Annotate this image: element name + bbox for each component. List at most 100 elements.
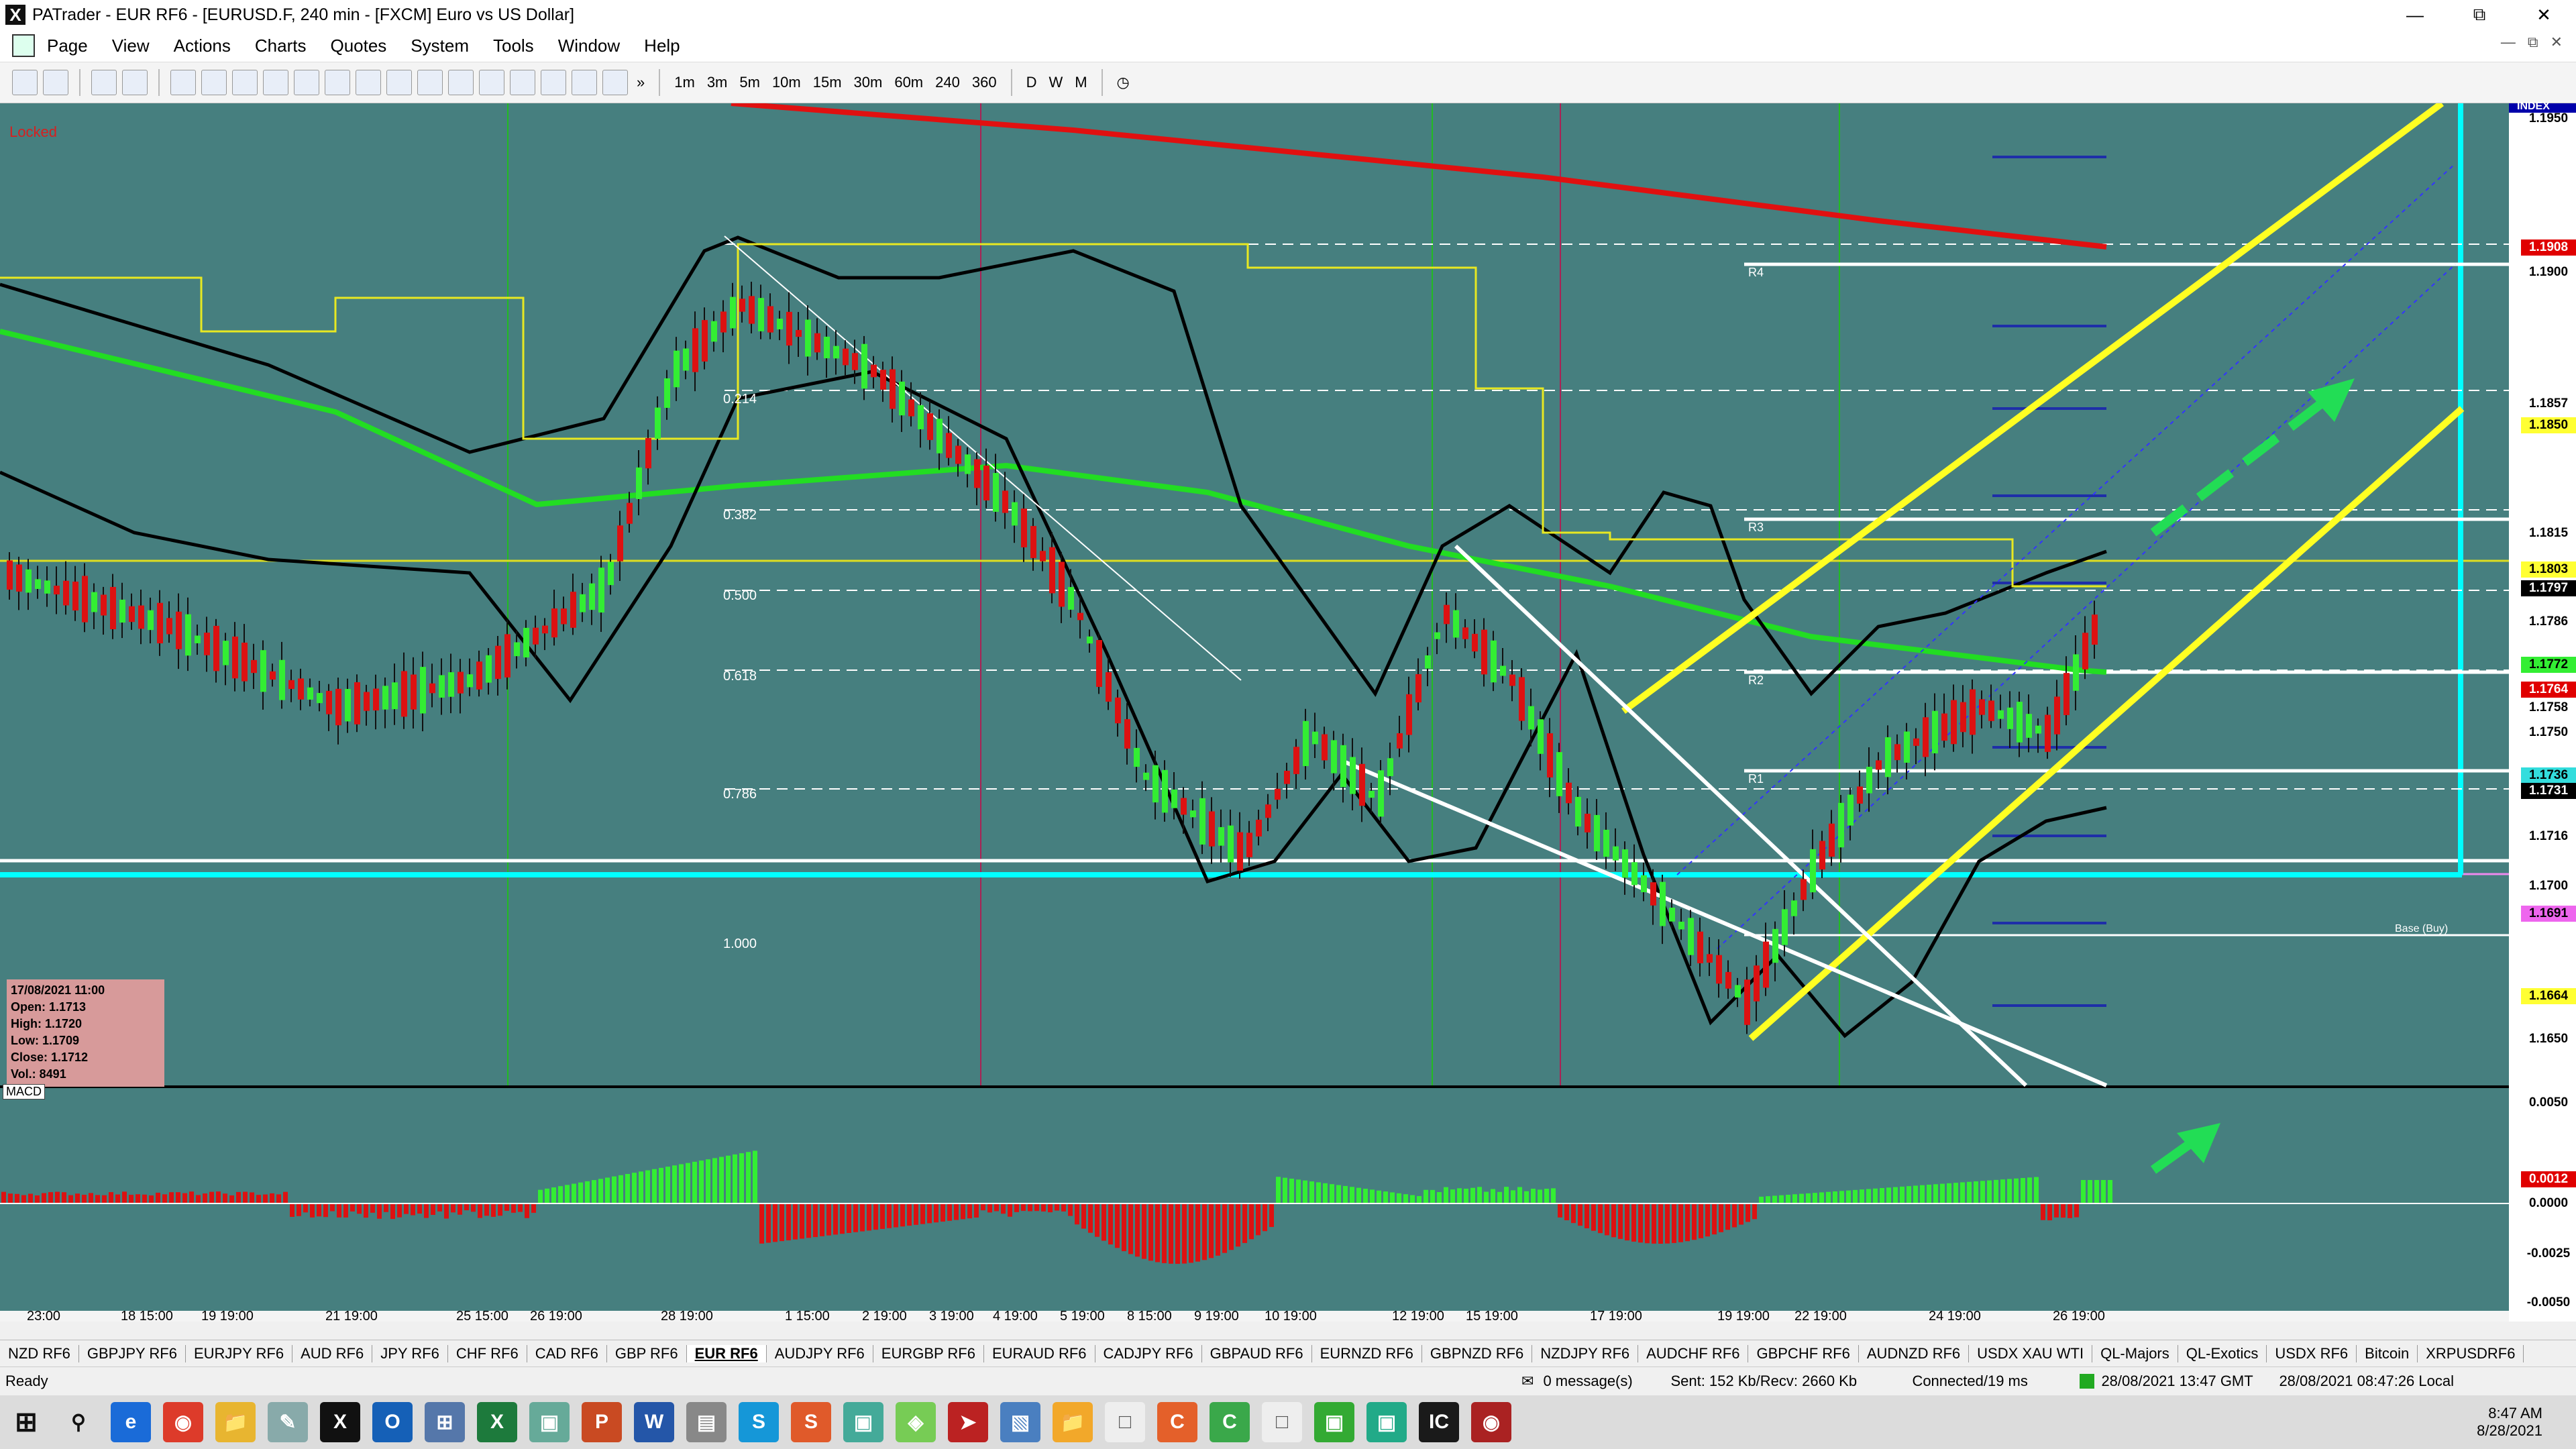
chrome-icon[interactable]: ◉ <box>163 1402 203 1442</box>
document-icon[interactable]: □ <box>1262 1402 1302 1442</box>
app-icon[interactable]: ▧ <box>1000 1402 1040 1442</box>
word-icon[interactable]: W <box>634 1402 674 1442</box>
chart-tab[interactable]: AUDCHF RF6 <box>1638 1345 1749 1362</box>
calculator-icon[interactable]: ⊞ <box>425 1402 465 1442</box>
tf-240[interactable]: 240 <box>929 74 966 91</box>
skype-icon[interactable]: S <box>739 1402 779 1442</box>
tf-30m[interactable]: 30m <box>848 74 889 91</box>
buy-tool-icon[interactable] <box>43 70 68 95</box>
system-clock[interactable]: 8:47 AM 8/28/2021 <box>2477 1395 2542 1449</box>
document-icon[interactable]: □ <box>1105 1402 1145 1442</box>
menu-help[interactable]: Help <box>632 36 692 56</box>
ic-markets-icon[interactable]: IC <box>1419 1402 1459 1442</box>
minimize-button[interactable]: — <box>2383 0 2447 30</box>
chart-tab[interactable]: QL-Majors <box>2092 1345 2178 1362</box>
excel-icon[interactable]: X <box>477 1402 517 1442</box>
tf-15m[interactable]: 15m <box>807 74 848 91</box>
menu-view[interactable]: View <box>100 36 162 56</box>
channel-icon[interactable] <box>294 70 319 95</box>
more-tools-icon[interactable]: » <box>631 74 651 91</box>
notepad-icon[interactable]: ✎ <box>268 1402 308 1442</box>
menu-quotes[interactable]: Quotes <box>318 36 398 56</box>
horizontal-line-icon[interactable] <box>201 70 227 95</box>
chart-tab[interactable]: EURNZD RF6 <box>1312 1345 1422 1362</box>
sell-tool-icon[interactable] <box>12 70 38 95</box>
app-icon[interactable]: ▣ <box>1314 1402 1354 1442</box>
image-viewer-icon[interactable]: ▣ <box>529 1402 570 1442</box>
clock-icon[interactable]: ◷ <box>1111 74 1136 91</box>
snagit-icon[interactable]: S <box>791 1402 831 1442</box>
text-tool-icon[interactable] <box>541 70 566 95</box>
chart-tab[interactable]: QL-Exotics <box>2178 1345 2267 1362</box>
speed-lines-icon[interactable] <box>602 70 628 95</box>
chart-tab[interactable]: USDX RF6 <box>2267 1345 2357 1362</box>
gann-icon[interactable] <box>417 70 443 95</box>
chart-tab[interactable]: Bitcoin <box>2357 1345 2418 1362</box>
chart-tab[interactable]: NZD RF6 <box>0 1345 79 1362</box>
menu-page[interactable]: Page <box>35 36 100 56</box>
menu-actions[interactable]: Actions <box>162 36 243 56</box>
camtasia-icon[interactable]: C <box>1210 1402 1250 1442</box>
chart-tab[interactable]: CHF RF6 <box>448 1345 527 1362</box>
tf-d[interactable]: D <box>1020 74 1043 91</box>
chart-tab[interactable]: JPY RF6 <box>372 1345 448 1362</box>
folder-icon[interactable]: 📁 <box>1053 1402 1093 1442</box>
chart-tab[interactable]: GBPCHF RF6 <box>1748 1345 1859 1362</box>
fib-fan-icon[interactable] <box>356 70 381 95</box>
level-tool-icon[interactable] <box>232 70 258 95</box>
app-icon[interactable]: ▣ <box>1366 1402 1407 1442</box>
powerpoint-icon[interactable]: P <box>582 1402 622 1442</box>
mdi-minimize-button[interactable]: — <box>2501 34 2516 51</box>
file-explorer-icon[interactable]: 📁 <box>215 1402 256 1442</box>
mail-icon[interactable]: ✉ <box>1521 1373 1534 1390</box>
chart-tab[interactable]: XRPUSDRF6 <box>2418 1345 2524 1362</box>
chart-type-icon[interactable] <box>91 70 117 95</box>
menu-charts[interactable]: Charts <box>243 36 319 56</box>
chart-tab[interactable]: CADJPY RF6 <box>1095 1345 1202 1362</box>
chart-tab[interactable]: GBPNZD RF6 <box>1422 1345 1533 1362</box>
chart-tab[interactable]: EURAUD RF6 <box>984 1345 1095 1362</box>
chart-canvas[interactable] <box>0 103 2576 1322</box>
app-icon[interactable]: ▤ <box>686 1402 727 1442</box>
tf-3m[interactable]: 3m <box>701 74 734 91</box>
chart-tab[interactable]: USDX XAU WTI <box>1969 1345 2093 1362</box>
tf-1m[interactable]: 1m <box>668 74 701 91</box>
patrader-icon[interactable]: X <box>320 1402 360 1442</box>
chart-area[interactable]: Locked INDEX 0.214 0.382 0.500 0.618 0.7… <box>0 101 2576 1324</box>
pointer-icon[interactable] <box>170 70 196 95</box>
chart-tab[interactable]: EURJPY RF6 <box>186 1345 293 1362</box>
chart-tab[interactable]: NZDJPY RF6 <box>1532 1345 1639 1362</box>
fib-retracement-icon[interactable] <box>386 70 412 95</box>
tf-360[interactable]: 360 <box>966 74 1003 91</box>
chart-tab[interactable]: GBPJPY RF6 <box>79 1345 186 1362</box>
regression-icon[interactable] <box>572 70 597 95</box>
remote-desktop-icon[interactable]: ▣ <box>843 1402 883 1442</box>
close-button[interactable]: ✕ <box>2512 0 2576 30</box>
mdi-restore-button[interactable]: ⧉ <box>2528 34 2538 51</box>
mdi-close-button[interactable]: ✕ <box>2551 34 2563 51</box>
app-icon[interactable]: ◉ <box>1471 1402 1511 1442</box>
tf-10m[interactable]: 10m <box>766 74 807 91</box>
chart-tab[interactable]: AUDNZD RF6 <box>1859 1345 1970 1362</box>
chart-tab[interactable]: CAD RF6 <box>527 1345 607 1362</box>
restore-button[interactable]: ⧉ <box>2447 0 2512 30</box>
chart-tab[interactable]: EURGBP RF6 <box>873 1345 984 1362</box>
app-icon[interactable]: ◈ <box>896 1402 936 1442</box>
chart-tab[interactable]: GBPAUD RF6 <box>1202 1345 1312 1362</box>
trendline-icon[interactable] <box>263 70 288 95</box>
search-icon[interactable]: ⚲ <box>58 1402 99 1442</box>
tf-5m[interactable]: 5m <box>733 74 766 91</box>
menu-tools[interactable]: Tools <box>481 36 546 56</box>
app-icon[interactable]: C <box>1157 1402 1197 1442</box>
chart-tab[interactable]: AUDJPY RF6 <box>767 1345 873 1362</box>
tf-m[interactable]: M <box>1069 74 1093 91</box>
chart-tab[interactable]: GBP RF6 <box>607 1345 687 1362</box>
andrews-pitchfork-icon[interactable] <box>448 70 474 95</box>
windows-start-icon[interactable]: ⊞ <box>6 1402 46 1442</box>
crosshair-icon[interactable] <box>122 70 148 95</box>
menu-window[interactable]: Window <box>546 36 632 56</box>
rectangle-icon[interactable] <box>510 70 535 95</box>
app-icon[interactable]: ➤ <box>948 1402 988 1442</box>
menu-system[interactable]: System <box>398 36 481 56</box>
edge-icon[interactable]: e <box>111 1402 151 1442</box>
